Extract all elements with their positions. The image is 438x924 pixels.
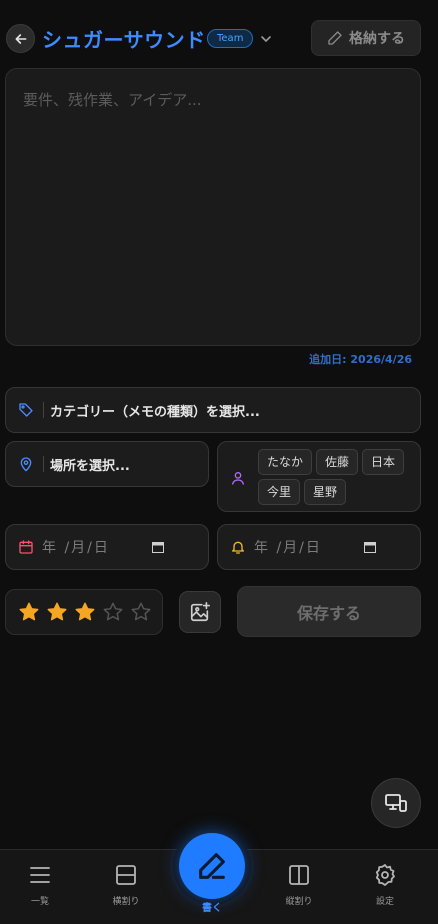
person-chip[interactable]: 星野 — [304, 479, 347, 505]
arrow-left-icon — [15, 33, 26, 44]
chevron-down-icon[interactable] — [258, 31, 274, 47]
star-empty-icon[interactable] — [130, 601, 152, 623]
divider — [43, 402, 44, 418]
nav-item-list[interactable]: 一覧 — [10, 863, 70, 907]
date-placeholder: 年 /月/日 — [42, 540, 110, 556]
save-button[interactable]: 保存する — [237, 586, 421, 637]
people-select[interactable]: たなか 佐藤 日本 今里 星野 — [217, 441, 421, 512]
calendar-picker-icon[interactable] — [364, 541, 376, 553]
tag-icon — [19, 403, 33, 417]
nav-item-horizontal-split[interactable]: 横割り — [96, 863, 156, 907]
person-chip[interactable]: たなか — [258, 449, 313, 475]
memo-textarea[interactable]: 要件、残作業、アイデア... — [5, 68, 421, 346]
image-plus-icon — [190, 602, 210, 622]
calendar-icon — [19, 540, 33, 554]
nav-item-label: 設定 — [375, 897, 394, 907]
memo-placeholder: 要件、残作業、アイデア... — [23, 91, 202, 109]
category-label: カテゴリー（メモの種類）を選択... — [50, 404, 260, 420]
nav-item-label: 書く — [202, 903, 222, 914]
location-label: 場所を選択... — [50, 458, 130, 474]
devices-icon — [385, 794, 407, 812]
star-filled-icon[interactable] — [74, 601, 96, 623]
write-button[interactable] — [179, 833, 245, 899]
person-chip[interactable]: 佐藤 — [316, 449, 359, 475]
page-title[interactable]: シュガーサウンド — [42, 24, 206, 53]
people-chips: たなか 佐藤 日本 今里 星野 — [258, 449, 418, 505]
nav-item-label: 縦割り — [285, 897, 313, 907]
reminder-placeholder: 年 /月/日 — [254, 540, 322, 556]
archive-label: 格納する — [349, 31, 405, 47]
divider — [43, 456, 44, 472]
header: シュガーサウンド Team 格納する — [0, 0, 438, 70]
star-rating — [5, 589, 163, 635]
gear-icon — [375, 864, 395, 886]
bell-icon — [232, 541, 244, 554]
team-badge: Team — [207, 29, 254, 48]
archive-button[interactable]: 格納する — [311, 20, 421, 56]
back-button[interactable] — [6, 24, 35, 53]
map-pin-icon — [20, 457, 32, 472]
menu-icon — [30, 867, 50, 883]
split-horizontal-icon — [116, 865, 136, 885]
star-empty-icon[interactable] — [102, 601, 124, 623]
star-filled-icon[interactable] — [18, 601, 40, 623]
star-filled-icon[interactable] — [46, 601, 68, 623]
nav-item-label: 横割り — [112, 897, 140, 907]
added-date: 追加日: 2026/4/26 — [309, 353, 412, 366]
nav-item-vertical-split[interactable]: 縦割り — [269, 863, 329, 907]
pen-icon — [199, 853, 225, 879]
reminder-input[interactable]: 年 /月/日 — [217, 524, 421, 570]
date-input[interactable]: 年 /月/日 — [5, 524, 209, 570]
device-switch-button[interactable] — [371, 778, 421, 828]
split-vertical-icon — [289, 865, 309, 885]
pencil-icon — [328, 31, 342, 45]
person-chip[interactable]: 今里 — [258, 479, 301, 505]
nav-item-label: 一覧 — [30, 897, 49, 907]
nav-item-settings[interactable]: 設定 — [355, 863, 415, 907]
person-icon — [232, 472, 244, 485]
category-select[interactable]: カテゴリー（メモの種類）を選択... — [5, 387, 421, 433]
person-chip[interactable]: 日本 — [362, 449, 405, 475]
location-select[interactable]: 場所を選択... — [5, 441, 209, 487]
add-image-button[interactable] — [179, 591, 221, 633]
calendar-picker-icon[interactable] — [152, 541, 164, 553]
write-fab-ring — [173, 827, 251, 905]
